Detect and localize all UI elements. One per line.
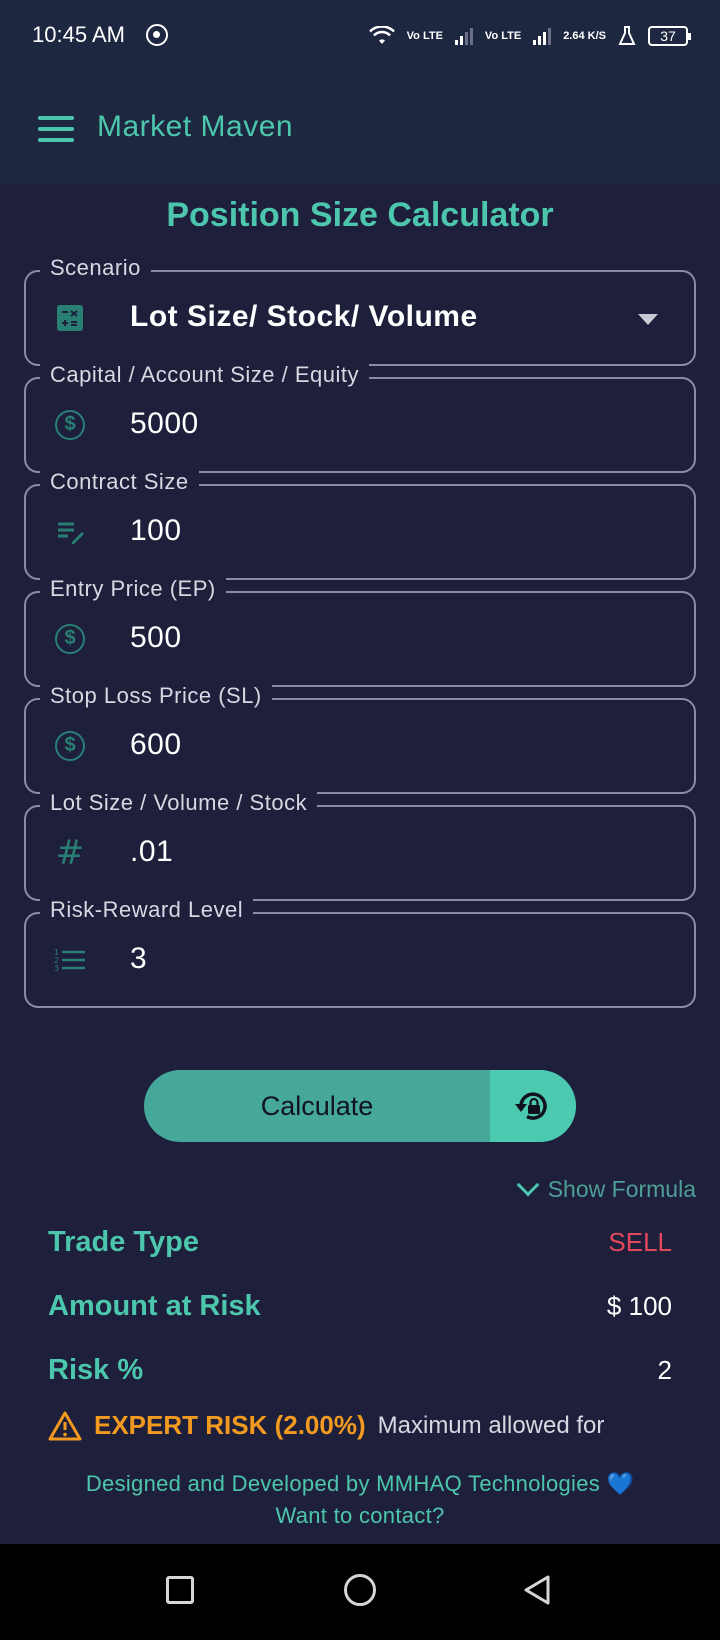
calculate-button-group: Calculate [144, 1070, 576, 1142]
trade-type-value: SELL [608, 1226, 672, 1257]
numbered-list-icon: 123 [54, 944, 86, 976]
volte-1-indicator: Vo LTE [406, 29, 443, 42]
risk-reward-field[interactable]: Risk-Reward Level 123 3 [24, 897, 696, 1008]
scenario-dropdown[interactable]: Scenario Lot Size/ Stock/ Volume [24, 255, 696, 366]
capital-label: Capital / Account Size / Equity [40, 362, 369, 388]
flask-icon [618, 26, 636, 45]
status-time: 10:45 AM [32, 22, 125, 47]
scenario-label: Scenario [40, 255, 151, 281]
entry-price-label: Entry Price (EP) [40, 576, 226, 602]
calculator-icon [54, 302, 86, 334]
risk-reward-label: Risk-Reward Level [40, 897, 254, 923]
entry-price-value[interactable]: 500 [130, 621, 182, 655]
hamburger-menu-icon[interactable] [38, 116, 74, 142]
calculate-button[interactable]: Calculate [144, 1070, 490, 1142]
network-speed: 2.64 K/S [563, 29, 606, 42]
lot-size-field[interactable]: Lot Size / Volume / Stock # .01 [24, 790, 696, 901]
dollar-icon: $ [54, 730, 86, 762]
dropdown-arrow-icon[interactable] [638, 314, 658, 325]
back-icon[interactable] [522, 1574, 552, 1606]
page-title: Position Size Calculator [166, 196, 554, 234]
status-bar: 10:45 AM Vo LTE Vo LTE 2.64 K/S 37 [0, 0, 720, 72]
footer: Designed and Developed by MMHAQ Technolo… [0, 1468, 720, 1532]
signal-2-icon [533, 27, 552, 45]
recents-icon[interactable] [166, 1576, 194, 1604]
risk-level-note: Maximum allowed for [377, 1411, 605, 1439]
stop-loss-value[interactable]: 600 [130, 728, 182, 762]
signal-1-icon [454, 27, 473, 45]
capital-value[interactable]: 5000 [130, 407, 199, 441]
risk-percent-row: Risk % 2 [48, 1348, 672, 1392]
contract-size-label: Contract Size [40, 469, 199, 495]
warning-icon [48, 1411, 82, 1440]
scenario-value: Lot Size/ Stock/ Volume [130, 300, 478, 333]
dollar-icon: $ [54, 409, 86, 441]
svg-text:3: 3 [54, 964, 59, 973]
risk-percent-value: 2 [657, 1354, 672, 1385]
capital-field[interactable]: Capital / Account Size / Equity $ 5000 [24, 362, 696, 473]
footer-credit: Designed and Developed by MMHAQ Technolo… [85, 1471, 635, 1496]
app-bar: Market Maven [0, 72, 720, 184]
wifi-icon [368, 25, 395, 46]
show-formula-toggle[interactable]: Show Formula [516, 1173, 696, 1203]
risk-percent-label: Risk % [48, 1353, 144, 1386]
battery-icon: 37 [648, 26, 691, 46]
chevron-down-icon [516, 1173, 540, 1196]
entry-price-field[interactable]: Entry Price (EP) $ 500 [24, 576, 696, 687]
home-icon[interactable] [344, 1574, 376, 1606]
system-nav-bar [0, 1544, 720, 1640]
sync-icon [146, 24, 168, 46]
hash-icon: # [55, 833, 85, 873]
dollar-icon: $ [54, 623, 86, 655]
stop-loss-label: Stop Loss Price (SL) [40, 683, 272, 709]
trade-type-row: Trade Type SELL [48, 1220, 672, 1264]
show-formula-label: Show Formula [547, 1176, 696, 1202]
edit-note-icon [54, 516, 86, 548]
lock-reset-icon [515, 1092, 547, 1120]
lock-reset-button[interactable] [490, 1070, 576, 1142]
trade-type-label: Trade Type [48, 1225, 199, 1258]
app-title: Market Maven [97, 110, 294, 143]
amount-at-risk-value: $ 100 [606, 1290, 672, 1321]
risk-reward-value[interactable]: 3 [130, 942, 147, 976]
status-icons: Vo LTE Vo LTE 2.64 K/S 37 [368, 22, 691, 50]
contract-size-value[interactable]: 100 [130, 514, 182, 548]
stop-loss-field[interactable]: Stop Loss Price (SL) $ 600 [24, 683, 696, 794]
volte-2-indicator: Vo LTE [484, 29, 522, 42]
risk-warning: EXPERT RISK (2.00%) Maximum allowed for [48, 1410, 708, 1441]
amount-at-risk-label: Amount at Risk [48, 1289, 261, 1322]
risk-level-label: EXPERT RISK (2.00%) [94, 1410, 366, 1440]
lot-size-value[interactable]: .01 [130, 835, 173, 869]
contact-link[interactable]: Want to contact? [0, 1500, 720, 1532]
contract-size-field[interactable]: Contract Size 100 [24, 469, 696, 580]
lot-size-label: Lot Size / Volume / Stock [40, 790, 318, 816]
amount-at-risk-row: Amount at Risk $ 100 [48, 1284, 672, 1328]
